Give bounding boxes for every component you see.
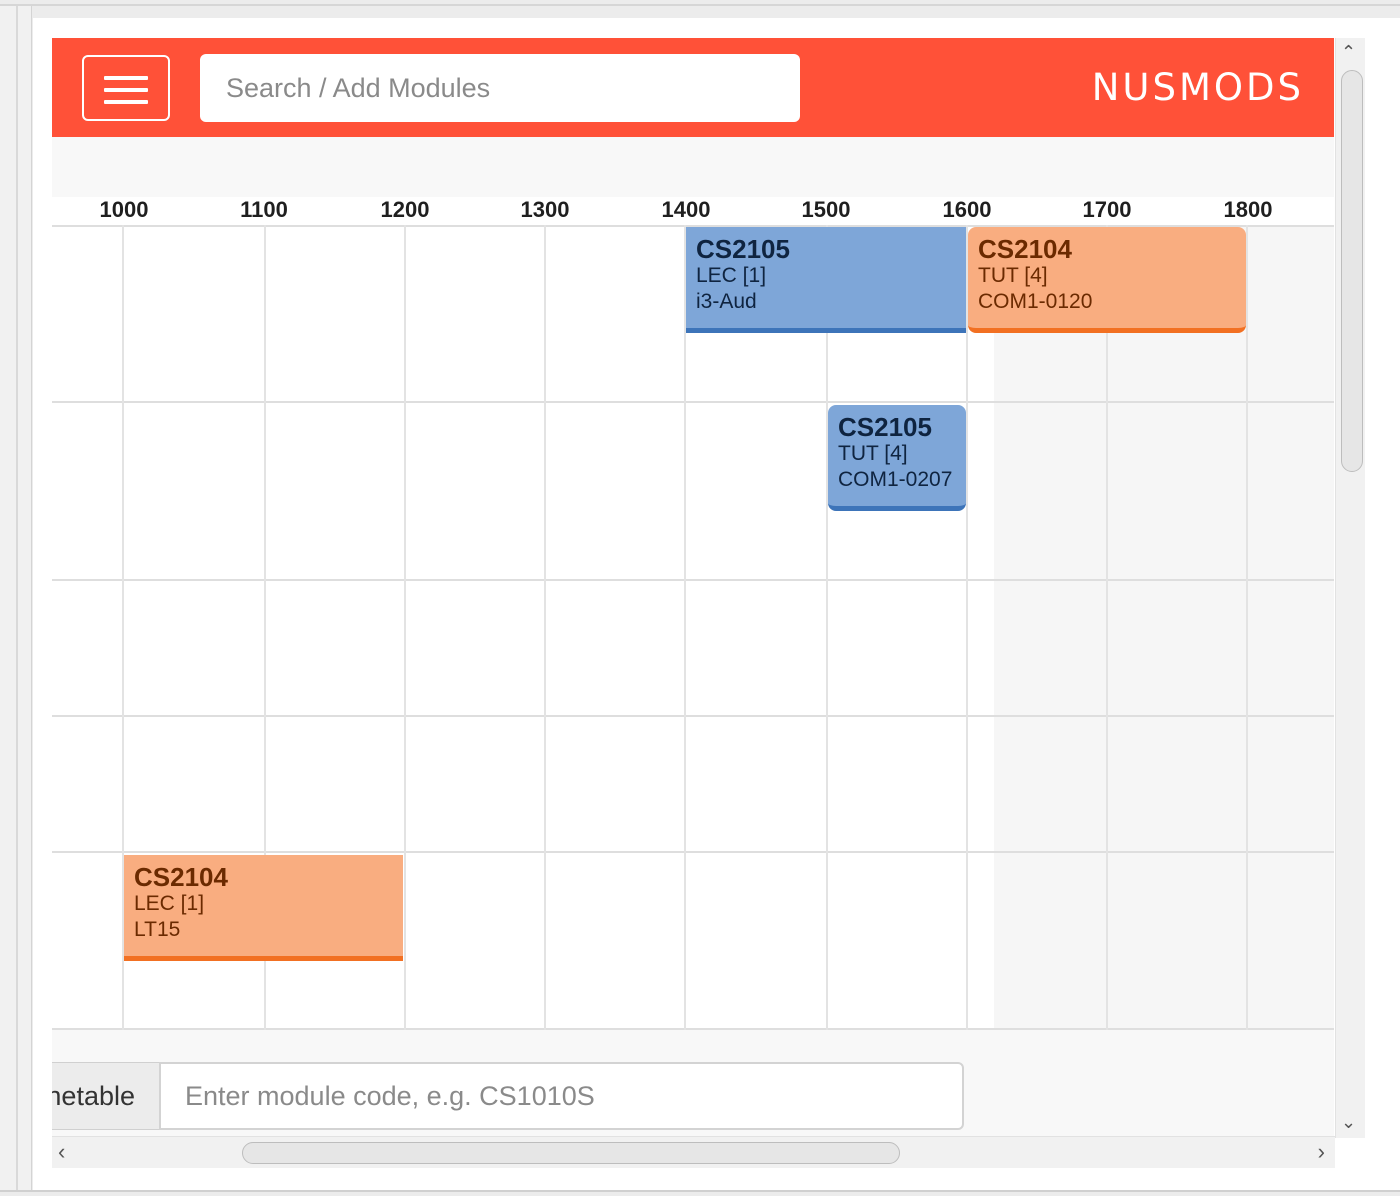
horizontal-scroll-thumb[interactable] [242, 1142, 900, 1164]
time-label: 1600 [942, 197, 992, 222]
lesson-type: LEC [1] [696, 264, 767, 287]
lesson-venue: i3-Aud [696, 290, 757, 313]
lesson-card[interactable]: CS2105 TUT [4] COM1-0207 [828, 405, 966, 511]
time-label: 1500 [801, 197, 851, 222]
page-content: NUSMODS 1000 1100 1200 1300 1400 1500 1600 1700… [52, 38, 1334, 1138]
frame-bottom-border [0, 1190, 1400, 1192]
top-navbar: NUSMODS [52, 38, 1334, 137]
lesson-type: LEC [1] [134, 892, 205, 915]
browser-frame: NUSMODS 1000 1100 1200 1300 1400 1500 1600 1700… [0, 0, 1400, 1196]
lesson-code: CS2104 [134, 862, 228, 892]
chevron-down-icon[interactable]: ⌄ [1341, 1112, 1356, 1133]
menu-button[interactable] [82, 55, 170, 121]
timetable: 1000 1100 1200 1300 1400 1500 1600 1700 1800 [52, 167, 1334, 1030]
lesson-code: CS2105 [838, 412, 932, 442]
time-label: 1700 [1082, 197, 1132, 222]
time-label: 1400 [661, 197, 711, 222]
time-label: 1800 [1223, 197, 1273, 222]
vertical-scroll-thumb[interactable] [1341, 70, 1363, 472]
chevron-right-icon[interactable]: › [1318, 1139, 1325, 1165]
lesson-type: TUT [4] [838, 442, 908, 465]
page-viewport: NUSMODS 1000 1100 1200 1300 1400 1500 1600 1700… [33, 18, 1400, 1190]
chevron-up-icon[interactable]: ⌃ [1341, 42, 1356, 63]
vertical-scrollbar[interactable]: ⌃ ⌄ [1335, 38, 1365, 1138]
time-label: 1200 [380, 197, 430, 222]
lesson-code: CS2105 [696, 234, 790, 264]
lesson-card[interactable]: CS2105 LEC [1] i3-Aud [686, 227, 966, 333]
add-module-label: netable [52, 1062, 159, 1130]
brand-logo[interactable]: NUSMODS [1092, 66, 1304, 109]
time-label: 1300 [520, 197, 570, 222]
lesson-type: TUT [4] [978, 264, 1048, 287]
search-input[interactable] [200, 54, 800, 122]
lesson-venue: LT15 [134, 918, 181, 941]
lesson-card[interactable]: CS2104 TUT [4] COM1-0120 [968, 227, 1246, 333]
lesson-venue: COM1-0207 [838, 468, 953, 491]
lesson-venue: COM1-0120 [978, 290, 1093, 313]
module-code-input[interactable] [159, 1062, 964, 1130]
frame-top-border [0, 4, 1400, 6]
lesson-card[interactable]: CS2104 LEC [1] LT15 [124, 855, 403, 961]
chevron-left-icon[interactable]: ‹ [58, 1139, 65, 1165]
left-panel-divider [16, 6, 18, 1192]
lesson-code: CS2104 [978, 234, 1072, 264]
timetable-grid: CS2105 LEC [1] i3-Aud CS2104 TUT [4] COM… [52, 225, 1334, 1030]
horizontal-scrollbar[interactable]: ‹ › [52, 1136, 1335, 1168]
time-label: 1100 [240, 197, 288, 222]
add-module-bar: netable [52, 1062, 994, 1130]
time-label: 1000 [99, 197, 149, 222]
